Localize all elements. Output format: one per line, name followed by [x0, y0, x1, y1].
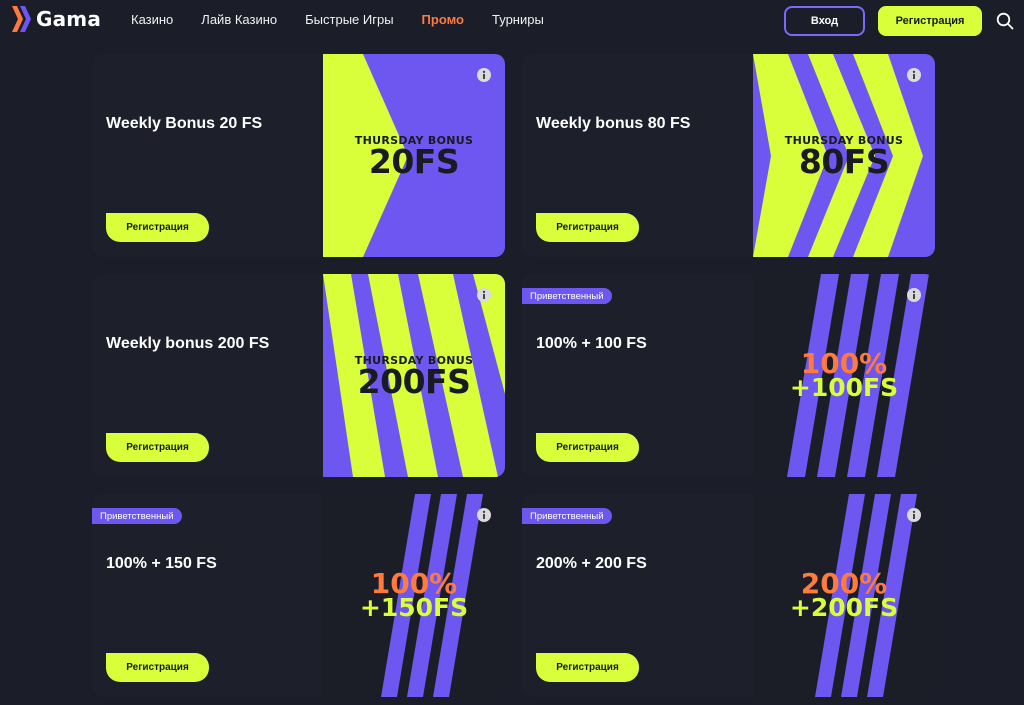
card-register-button[interactable]: Регистрация	[106, 653, 209, 682]
nav-item-fast-games[interactable]: Быстрые Игры	[305, 12, 393, 27]
nav-item-casino[interactable]: Казино	[131, 12, 173, 27]
card-register-button[interactable]: Регистрация	[536, 653, 639, 682]
info-icon[interactable]	[907, 288, 921, 302]
logo-chevrons-icon	[12, 6, 31, 32]
card-banner: 200% +200FS	[753, 494, 935, 697]
login-button[interactable]: Вход	[784, 6, 865, 36]
card-register-button[interactable]: Регистрация	[536, 213, 639, 242]
banner-line-2: +200FS	[789, 593, 899, 622]
main-nav: Казино Лайв Казино Быстрые Игры Промо Ту…	[131, 12, 572, 27]
banner-line-2: 80FS	[798, 142, 890, 181]
nav-item-tournaments[interactable]: Турниры	[492, 12, 544, 27]
welcome-badge: Приветственный	[92, 508, 182, 524]
info-icon[interactable]	[477, 68, 491, 82]
site-header: Gama Казино Лайв Казино Быстрые Игры Про…	[0, 0, 1024, 40]
banner-line-2: 200FS	[357, 362, 471, 401]
card-title: Weekly Bonus 20 FS	[106, 115, 263, 132]
promo-card: Приветственный 100% + 100 FS Регистрация…	[522, 274, 935, 477]
promo-card: Weekly bonus 80 FS Регистрация THURSDAY …	[522, 54, 935, 257]
logo-text: Gama	[36, 7, 102, 31]
logo[interactable]: Gama	[12, 6, 101, 32]
promo-card: Weekly Bonus 20 FS Регистрация THURSDAY …	[92, 54, 505, 257]
card-title: Weekly bonus 80 FS	[536, 115, 691, 132]
nav-item-live-casino[interactable]: Лайв Казино	[201, 12, 277, 27]
welcome-badge: Приветственный	[522, 508, 612, 524]
banner-line-2: +100FS	[789, 373, 899, 402]
nav-item-promo[interactable]: Промо	[422, 12, 464, 27]
banner-line-2: 20FS	[368, 142, 460, 181]
card-title: 100% + 150 FS	[106, 555, 217, 572]
search-icon[interactable]	[996, 12, 1014, 30]
promo-card: Weekly bonus 200 FS Регистрация THURSDAY…	[92, 274, 505, 477]
card-register-button[interactable]: Регистрация	[536, 433, 639, 462]
banner-line-2: +150FS	[359, 593, 469, 622]
promo-card: Приветственный 200% + 200 FS Регистрация…	[522, 494, 935, 697]
info-icon[interactable]	[477, 508, 491, 522]
card-banner: 100% +150FS	[323, 494, 505, 697]
card-banner: THURSDAY BONUS 80FS	[753, 54, 935, 257]
card-banner: THURSDAY BONUS 20FS	[323, 54, 505, 257]
info-icon[interactable]	[477, 288, 491, 302]
welcome-badge: Приветственный	[522, 288, 612, 304]
card-register-button[interactable]: Регистрация	[106, 433, 209, 462]
card-banner: THURSDAY BONUS 200FS	[323, 274, 505, 477]
card-title: 100% + 100 FS	[536, 335, 647, 352]
info-icon[interactable]	[907, 508, 921, 522]
card-title: Weekly bonus 200 FS	[106, 335, 270, 352]
info-icon[interactable]	[907, 68, 921, 82]
card-register-button[interactable]: Регистрация	[106, 213, 209, 242]
register-button[interactable]: Регистрация	[878, 6, 982, 36]
card-title: 200% + 200 FS	[536, 555, 647, 572]
promo-card: Приветственный 100% + 150 FS Регистрация…	[92, 494, 505, 697]
card-banner: 100% +100FS	[753, 274, 935, 477]
